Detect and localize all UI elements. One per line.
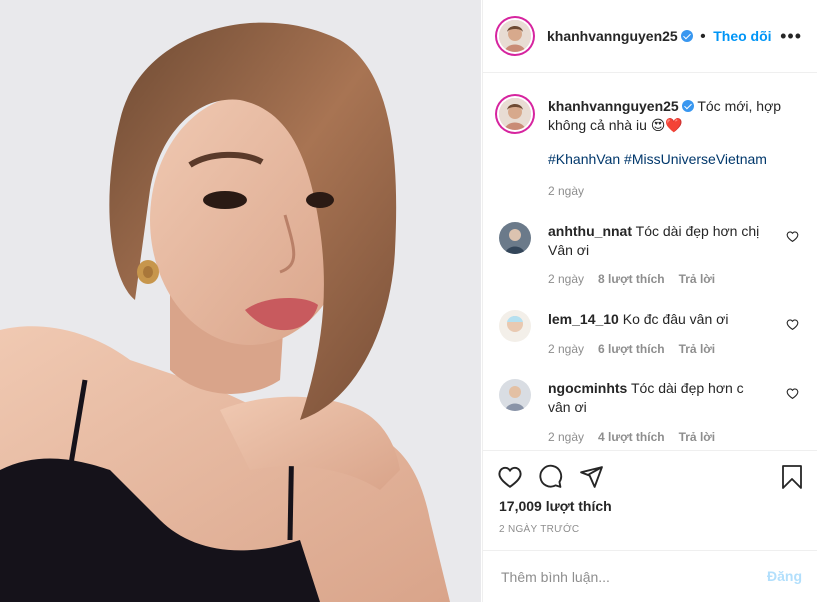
like-comment-heart-icon[interactable] xyxy=(786,318,799,331)
like-heart-icon[interactable] xyxy=(497,464,523,490)
save-bookmark-icon[interactable] xyxy=(780,464,804,490)
comment-composer: Đăng xyxy=(483,550,817,603)
separator-dot: • xyxy=(700,28,706,45)
comment-time[interactable]: 2 ngày xyxy=(548,430,584,444)
comment-item: ngocminhts Tóc dài đẹp hơn c vân ơi 2 ng… xyxy=(499,379,799,444)
post-photo[interactable] xyxy=(0,0,481,602)
commenter-avatar[interactable] xyxy=(499,222,531,254)
share-paper-plane-icon[interactable] xyxy=(579,464,604,489)
comment-username[interactable]: ngocminhts xyxy=(548,380,627,396)
reply-button[interactable]: Trả lời xyxy=(679,272,716,286)
post-actions: 17,009 lượt thích 2 NGÀY TRƯỚC xyxy=(483,450,817,551)
portrait-illustration xyxy=(0,0,481,602)
author-username[interactable]: khanhvannguyen25 xyxy=(547,28,678,44)
commenter-avatar[interactable] xyxy=(499,379,531,411)
caption-time[interactable]: 2 ngày xyxy=(548,184,584,198)
comment-time[interactable]: 2 ngày xyxy=(548,342,584,356)
comment-body: ngocminhts Tóc dài đẹp hơn c vân ơi xyxy=(548,379,768,417)
post-comment-button[interactable]: Đăng xyxy=(767,568,802,584)
comment-likes[interactable]: 4 lượt thích xyxy=(598,430,665,444)
comment-time[interactable]: 2 ngày xyxy=(548,272,584,286)
comment-username[interactable]: lem_14_10 xyxy=(548,311,619,327)
verified-badge-icon xyxy=(681,100,694,112)
follow-button[interactable]: Theo dõi xyxy=(713,28,771,44)
comment-likes[interactable]: 6 lượt thích xyxy=(598,342,665,356)
comment-meta: 2 ngày 6 lượt thích Trả lời xyxy=(548,342,729,356)
comment-input[interactable] xyxy=(499,563,743,591)
avatar-image xyxy=(499,222,531,254)
avatar-image xyxy=(499,98,531,130)
verified-badge-icon xyxy=(680,30,693,42)
caption-emoji: 😍❤️ xyxy=(650,117,683,133)
comment-likes[interactable]: 8 lượt thích xyxy=(598,272,665,286)
caption-hashtags[interactable]: #KhanhVan #MissUniverseVietnam xyxy=(548,151,767,167)
caption-author-avatar[interactable] xyxy=(499,98,531,130)
avatar-image xyxy=(499,20,531,52)
like-comment-heart-icon[interactable] xyxy=(786,230,799,243)
comment-body: anhthu_nnat Tóc dài đẹp hơn chị Vân ơi xyxy=(548,222,768,260)
comment-item: anhthu_nnat Tóc dài đẹp hơn chị Vân ơi 2… xyxy=(499,222,799,286)
author-avatar[interactable] xyxy=(499,20,531,52)
comment-meta: 2 ngày 4 lượt thích Trả lời xyxy=(548,430,729,444)
post-date[interactable]: 2 NGÀY TRƯỚC xyxy=(499,524,579,535)
post-caption: khanhvannguyen25 Tóc mới, hợp không cả n… xyxy=(548,97,783,135)
comment-text: Ko đc đâu vân ơi xyxy=(622,311,729,327)
avatar-image xyxy=(499,379,531,411)
comment-body: lem_14_10 Ko đc đâu vân ơi xyxy=(548,310,768,329)
comment-username[interactable]: anhthu_nnat xyxy=(548,223,632,239)
more-options-button[interactable]: ••• xyxy=(780,27,802,45)
caption-author-username[interactable]: khanhvannguyen25 xyxy=(548,98,679,114)
likes-count[interactable]: 17,009 lượt thích xyxy=(499,498,612,514)
comment-meta: 2 ngày 8 lượt thích Trả lời xyxy=(548,272,729,286)
comment-bubble-icon[interactable] xyxy=(538,464,563,489)
like-comment-heart-icon[interactable] xyxy=(786,387,799,400)
avatar-image xyxy=(499,310,531,342)
commenter-avatar[interactable] xyxy=(499,310,531,342)
reply-button[interactable]: Trả lời xyxy=(679,342,716,356)
post-header: khanhvannguyen25 • Theo dõi ••• xyxy=(483,0,817,73)
reply-button[interactable]: Trả lời xyxy=(679,430,716,444)
comment-item: lem_14_10 Ko đc đâu vân ơi 2 ngày 6 lượt … xyxy=(499,310,799,360)
post-detail-panel: khanhvannguyen25 • Theo dõi ••• khanhvan… xyxy=(482,0,817,602)
